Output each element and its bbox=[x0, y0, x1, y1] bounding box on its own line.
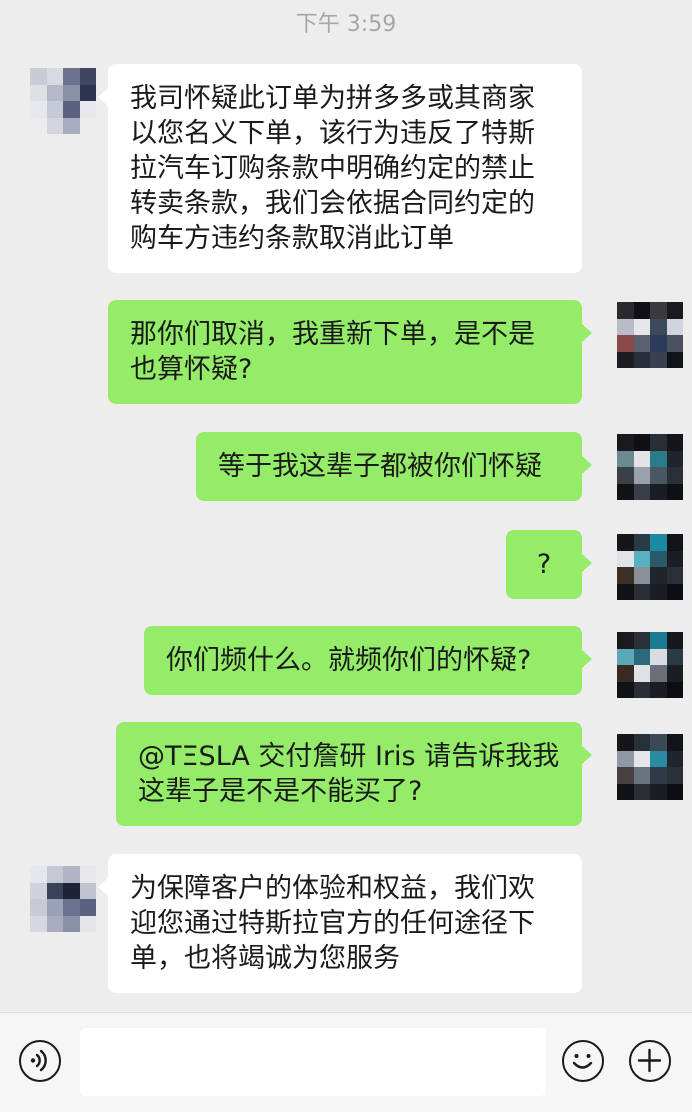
emoji-icon-glyph bbox=[572, 1054, 593, 1069]
message-bubble-incoming[interactable]: 我司怀疑此订单为拼多多或其商家以您名义下单，该行为违反了特斯拉汽车订购条款中明确… bbox=[98, 64, 582, 273]
plus-icon-glyph bbox=[637, 1048, 662, 1073]
plus-icon[interactable] bbox=[629, 1040, 671, 1082]
message-text: 为保障客户的体验和权益，我们欢迎您通过特斯拉官方的任何途径下单，也将竭诚为您服务 bbox=[130, 873, 535, 974]
my-avatar[interactable] bbox=[617, 434, 683, 500]
chat-area: 下午 3:59 我司怀疑此订单为拼多多或其商家以您名义下单，该行为违反了特斯拉汽… bbox=[0, 0, 692, 1012]
message-bubble-outgoing[interactable]: 等于我这辈子都被你们怀疑 bbox=[196, 432, 592, 501]
emoji-icon[interactable] bbox=[562, 1040, 604, 1082]
message-input[interactable] bbox=[80, 1028, 546, 1096]
my-avatar[interactable] bbox=[617, 632, 683, 698]
sender-avatar[interactable] bbox=[30, 866, 96, 932]
message-bubble-incoming[interactable]: 为保障客户的体验和权益，我们欢迎您通过特斯拉官方的任何途径下单，也将竭诚为您服务 bbox=[98, 854, 582, 993]
my-avatar[interactable] bbox=[617, 534, 683, 600]
chat-input-bar bbox=[0, 1012, 692, 1112]
my-avatar[interactable] bbox=[617, 734, 683, 800]
message-text: @TΞSLA 交付詹研 Iris 请告诉我我这辈子是不是不能买了? bbox=[138, 741, 560, 807]
message-bubble-outgoing[interactable]: @TΞSLA 交付詹研 Iris 请告诉我我这辈子是不是不能买了? bbox=[116, 722, 592, 826]
sender-avatar[interactable] bbox=[30, 68, 96, 134]
message-text: ? bbox=[536, 549, 552, 580]
message-text: 那你们取消，我重新下单，是不是也算怀疑? bbox=[130, 319, 535, 385]
message-text: 你们频什么。就频你们的怀疑? bbox=[166, 645, 532, 676]
voice-icon[interactable] bbox=[19, 1040, 61, 1082]
voice-icon-glyph bbox=[30, 1049, 47, 1072]
message-timestamp: 下午 3:59 bbox=[295, 12, 397, 37]
message-bubble-outgoing[interactable]: 你们频什么。就频你们的怀疑? bbox=[144, 626, 592, 695]
message-text: 等于我这辈子都被你们怀疑 bbox=[218, 451, 542, 482]
my-avatar[interactable] bbox=[617, 302, 683, 368]
message-bubble-outgoing[interactable]: ? bbox=[506, 530, 592, 599]
message-bubble-outgoing[interactable]: 那你们取消，我重新下单，是不是也算怀疑? bbox=[108, 300, 592, 404]
message-text: 我司怀疑此订单为拼多多或其商家以您名义下单，该行为违反了特斯拉汽车订购条款中明确… bbox=[130, 83, 535, 254]
